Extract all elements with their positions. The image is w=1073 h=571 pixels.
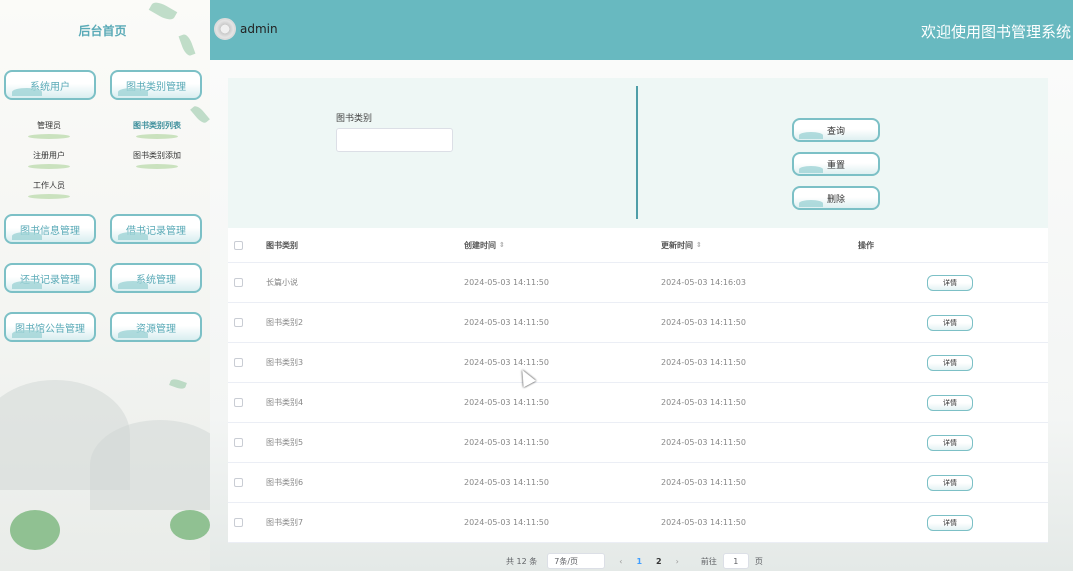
table-row: 长篇小说 2024-05-03 14:11:50 2024-05-03 14:16:…	[228, 263, 1048, 303]
cell-created: 2024-05-03 14:11:50	[464, 518, 549, 527]
detail-button[interactable]: 详情	[927, 434, 973, 451]
submenu-staff[interactable]: 工作人员	[12, 180, 86, 191]
menu-library-notices[interactable]: 图书馆公告管理	[4, 312, 96, 342]
cell-category: 图书类别3	[266, 358, 304, 367]
username[interactable]: admin	[240, 22, 278, 36]
page-2[interactable]: 2	[656, 557, 662, 566]
menu-system-management[interactable]: 系统管理	[110, 263, 202, 293]
cell-category: 图书类别6	[266, 478, 304, 487]
select-all-checkbox[interactable]	[234, 240, 243, 250]
delete-button[interactable]: 删除	[792, 186, 880, 210]
submenu-decoration	[28, 164, 70, 169]
row-checkbox[interactable]	[234, 278, 243, 287]
submenu-decoration	[28, 134, 70, 139]
cell-created: 2024-05-03 14:11:50	[464, 398, 549, 407]
submenu-decoration	[136, 134, 178, 139]
cell-updated: 2024-05-03 14:11:50	[661, 438, 746, 447]
avatar[interactable]	[214, 18, 236, 40]
query-button[interactable]: 查询	[792, 118, 880, 142]
cell-created: 2024-05-03 14:11:50	[464, 358, 549, 367]
cell-created: 2024-05-03 14:11:50	[464, 478, 549, 487]
leaf-decoration	[178, 32, 196, 58]
col-updated[interactable]: 更新时间 ⇕	[661, 228, 702, 262]
reset-button[interactable]: 重置	[792, 152, 880, 176]
col-action: 操作	[858, 240, 874, 250]
row-checkbox[interactable]	[234, 518, 243, 527]
table-row: 图书类别2 2024-05-03 14:11:50 2024-05-03 14:11…	[228, 303, 1048, 343]
cell-category: 图书类别7	[266, 518, 304, 527]
cell-updated: 2024-05-03 14:11:50	[661, 478, 746, 487]
row-checkbox[interactable]	[234, 398, 243, 407]
lotus-leaf-decoration	[170, 510, 210, 540]
cell-updated: 2024-05-03 14:11:50	[661, 398, 746, 407]
detail-button[interactable]: 详情	[927, 394, 973, 411]
page-unit: 页	[754, 556, 763, 566]
cell-category: 长篇小说	[266, 278, 298, 287]
detail-button[interactable]: 详情	[927, 474, 973, 491]
row-checkbox[interactable]	[234, 318, 243, 327]
detail-button[interactable]: 详情	[927, 354, 973, 371]
table-header-row: 图书类别 创建时间 ⇕ 更新时间 ⇕ 操作	[228, 228, 1048, 263]
menu-book-category[interactable]: 图书类别管理	[110, 70, 202, 100]
cell-updated: 2024-05-03 14:11:50	[661, 358, 746, 367]
row-checkbox[interactable]	[234, 438, 243, 447]
cell-category: 图书类别2	[266, 318, 304, 327]
submenu-category-list[interactable]: 图书类别列表	[120, 120, 194, 131]
total-count: 共 12 条	[506, 556, 538, 566]
goto-page-input[interactable]: 1	[722, 553, 749, 569]
cell-created: 2024-05-03 14:11:50	[464, 318, 549, 327]
divider	[636, 86, 638, 219]
menu-resource-management[interactable]: 资源管理	[110, 312, 202, 342]
next-page-icon[interactable]: ›	[676, 557, 679, 566]
goto-label: 前往	[700, 556, 717, 566]
mountain-decoration	[90, 420, 210, 510]
cell-created: 2024-05-03 14:11:50	[464, 438, 549, 447]
lotus-leaf-decoration	[10, 510, 60, 550]
welcome-title: 欢迎使用图书管理系统	[920, 23, 1071, 41]
menu-return-records[interactable]: 还书记录管理	[4, 263, 96, 293]
detail-button[interactable]: 详情	[927, 514, 973, 531]
category-table: 图书类别 创建时间 ⇕ 更新时间 ⇕ 操作 长篇小说 2024-05-03 14:11…	[228, 228, 1048, 543]
row-checkbox[interactable]	[234, 478, 243, 487]
sort-icon[interactable]: ⇕	[696, 241, 702, 249]
category-search-input[interactable]	[336, 128, 453, 152]
leaf-decoration	[148, 0, 178, 23]
pagination: 共 12 条 7条/页 ‹ 1 2 › 前往 1 页	[506, 553, 763, 569]
row-checkbox[interactable]	[234, 358, 243, 367]
page-1[interactable]: 1	[636, 557, 642, 566]
detail-button[interactable]: 详情	[927, 274, 973, 291]
prev-page-icon[interactable]: ‹	[619, 557, 622, 566]
sort-icon[interactable]: ⇕	[499, 241, 505, 249]
col-created[interactable]: 创建时间 ⇕	[464, 228, 505, 262]
sidebar: 后台首页 系统用户 图书类别管理 管理员 注册用户 工作人员 图书类别列表 图书…	[0, 0, 210, 571]
detail-button[interactable]: 详情	[927, 314, 973, 331]
search-label: 图书类别	[336, 114, 373, 124]
submenu-decoration	[136, 164, 178, 169]
submenu-category-add[interactable]: 图书类别添加	[120, 150, 194, 161]
page-size-select[interactable]: 7条/页	[547, 553, 606, 569]
menu-book-info[interactable]: 图书信息管理	[4, 214, 96, 244]
cell-category: 图书类别5	[266, 438, 304, 447]
menu-borrow-records[interactable]: 借书记录管理	[110, 214, 202, 244]
submenu-registered-users[interactable]: 注册用户	[12, 150, 86, 161]
menu-system-users[interactable]: 系统用户	[4, 70, 96, 100]
home-link[interactable]: 后台首页	[60, 22, 145, 39]
top-header: admin 欢迎使用图书管理系统	[210, 0, 1073, 60]
search-panel: 图书类别 查询 重置 删除	[228, 78, 1048, 228]
cell-created: 2024-05-03 14:11:50	[464, 278, 549, 287]
main-content: 图书类别 查询 重置 删除 图书类别 创建时间 ⇕ 更新时间 ⇕ 操作 长篇小说 20…	[210, 60, 1073, 571]
table-row: 图书类别5 2024-05-03 14:11:50 2024-05-03 14:11…	[228, 423, 1048, 463]
submenu-decoration	[28, 194, 70, 199]
cell-updated: 2024-05-03 14:11:50	[661, 318, 746, 327]
table-row: 图书类别4 2024-05-03 14:11:50 2024-05-03 14:11…	[228, 383, 1048, 423]
cell-updated: 2024-05-03 14:16:03	[661, 278, 746, 287]
col-category: 图书类别	[266, 240, 298, 250]
table-row: 图书类别6 2024-05-03 14:11:50 2024-05-03 14:11…	[228, 463, 1048, 503]
cell-category: 图书类别4	[266, 398, 304, 407]
table-row: 图书类别7 2024-05-03 14:11:50 2024-05-03 14:11…	[228, 503, 1048, 543]
leaf-decoration	[169, 377, 187, 391]
table-row: 图书类别3 2024-05-03 14:11:50 2024-05-03 14:11…	[228, 343, 1048, 383]
submenu-admin[interactable]: 管理员	[12, 120, 86, 131]
cell-updated: 2024-05-03 14:11:50	[661, 518, 746, 527]
